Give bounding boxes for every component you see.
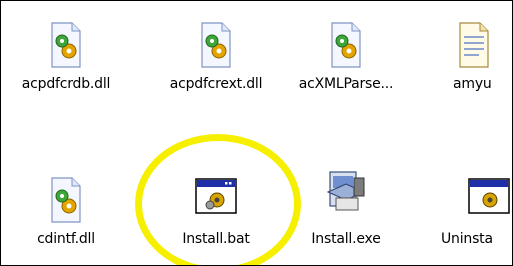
file-name: Install.exe bbox=[311, 231, 381, 247]
file-name: acpdfcrext.dll bbox=[169, 76, 263, 92]
file-item-cdintf[interactable]: cdintf.dll bbox=[11, 176, 121, 256]
file-item-install-exe[interactable]: Install.exe bbox=[291, 171, 401, 256]
file-name: acXMLParse... bbox=[298, 76, 394, 92]
file-item-acxmlparse[interactable]: acXMLParse... bbox=[291, 21, 401, 101]
dll-icon bbox=[201, 22, 231, 68]
text-file-icon bbox=[459, 22, 489, 68]
file-item-uninstall[interactable]: Uninsta bbox=[419, 176, 512, 256]
file-name: amyu bbox=[453, 76, 492, 92]
file-item-amyu[interactable]: amyu bbox=[419, 21, 512, 101]
dll-icon bbox=[51, 22, 81, 68]
setup-exe-icon bbox=[326, 171, 366, 211]
file-name: cdintf.dll bbox=[37, 231, 95, 247]
file-name: acpdfcrdb.dll bbox=[21, 76, 111, 92]
batch-file-icon bbox=[195, 178, 237, 214]
file-item-install-bat[interactable]: Install.bat bbox=[161, 176, 271, 256]
file-item-acpdfcrext[interactable]: acpdfcrext.dll bbox=[161, 21, 271, 101]
file-name: Install.bat bbox=[182, 231, 250, 247]
dll-icon bbox=[331, 22, 361, 68]
batch-file-icon bbox=[468, 178, 510, 214]
file-item-acpdfcrdb[interactable]: acpdfcrdb.dll bbox=[11, 21, 121, 101]
file-name: Uninsta bbox=[441, 231, 493, 247]
dll-icon bbox=[51, 177, 81, 223]
explorer-file-view: acpdfcrdb.dll acpdfcrext.dll acXMLParse.… bbox=[0, 0, 513, 266]
